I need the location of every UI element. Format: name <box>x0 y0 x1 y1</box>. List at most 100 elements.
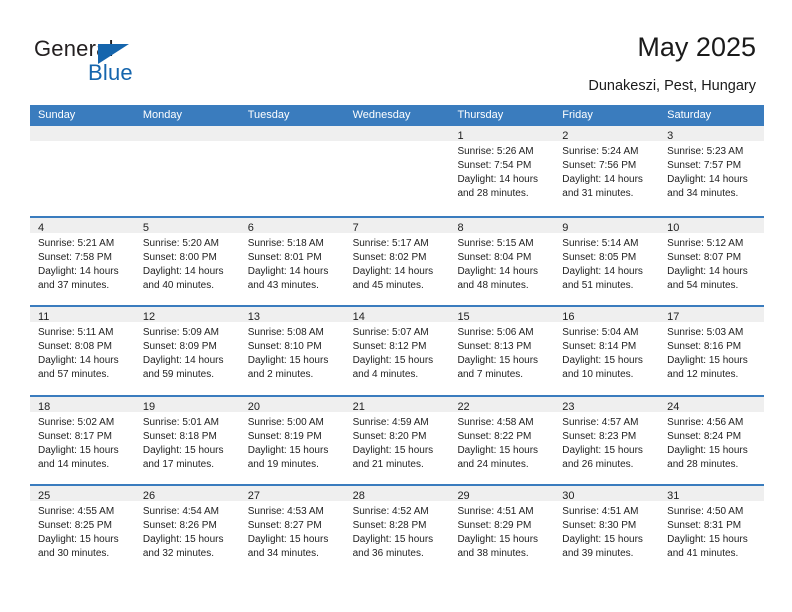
day-daylight1-text: Daylight: 15 hours <box>352 355 434 366</box>
day-sun-info: Sunrise: 5:26 AM Sunset: 7:54 PM Daylight:… <box>449 141 554 201</box>
brand-logo[interactable]: General Blue <box>34 36 214 92</box>
calendar-day-cell[interactable]: 1 Sunrise: 5:26 AM Sunset: 7:54 PM Daylight… <box>449 126 555 216</box>
day-daylight2-text: and 28 minutes. <box>667 458 739 470</box>
day-sunrise-text: Sunrise: 5:07 AM <box>352 327 429 338</box>
calendar-day-cell[interactable]: 8 Sunrise: 5:15 AM Sunset: 8:04 PM Daylight… <box>449 217 555 306</box>
day-sunset-text: Sunset: 8:10 PM <box>247 341 322 352</box>
day-sunrise-text: Sunrise: 4:59 AM <box>352 416 429 428</box>
day-sunrise-text: Sunrise: 5:09 AM <box>142 327 220 338</box>
day-sunrise-text: Sunrise: 5:08 AM <box>247 327 324 338</box>
day-sun-info: Sunrise: 5:06 AM Sunset: 8:13 PM Daylight:… <box>449 322 554 382</box>
calendar-day-cell[interactable]: 27 Sunrise: 4:53 AM Sunset: 8:27 PM Dayligh… <box>239 486 345 574</box>
calendar-day-cell[interactable]: 20 Sunrise: 5:00 AM Sunset: 8:19 PM Dayligh… <box>239 396 345 485</box>
day-number: 31 <box>667 490 680 502</box>
page-subtitle-location: Dunakeszi, Pest, Hungary <box>588 78 756 94</box>
calendar-day-cell[interactable]: 3 Sunrise: 5:23 AM Sunset: 7:57 PM Daylight… <box>659 126 765 216</box>
day-number: 7 <box>352 221 359 234</box>
day-sun-info: Sunrise: 5:00 AM Sunset: 8:19 PM Daylight:… <box>240 412 345 472</box>
day-sunset-text: Sunset: 8:08 PM <box>38 341 112 352</box>
calendar-day-cell[interactable]: 26 Sunrise: 4:54 AM Sunset: 8:26 PM Dayligh… <box>134 486 240 574</box>
day-number: 9 <box>562 221 569 234</box>
day-sun-info: Sunrise: 5:11 AM Sunset: 8:08 PM Daylight:… <box>30 322 135 382</box>
day-daylight2-text: and 28 minutes. <box>457 188 529 199</box>
calendar-day-cell[interactable]: 29 Sunrise: 4:51 AM Sunset: 8:29 PM Dayligh… <box>449 486 555 574</box>
day-number-strip: 16 <box>554 307 660 323</box>
day-sunset-text: Sunset: 8:12 PM <box>352 341 427 352</box>
calendar-week-row: 1 Sunrise: 5:26 AM Sunset: 7:54 PM Daylight… <box>30 126 765 216</box>
day-number-strip <box>30 126 135 141</box>
day-sun-info: Sunrise: 5:20 AM Sunset: 8:00 PM Daylight:… <box>135 233 240 293</box>
calendar-day-cell[interactable]: 17 Sunrise: 5:03 AM Sunset: 8:16 PM Dayligh… <box>659 307 765 395</box>
day-number-strip <box>344 126 450 141</box>
calendar-day-cell[interactable]: 23 Sunrise: 4:57 AM Sunset: 8:23 PM Dayligh… <box>554 396 660 485</box>
calendar-day-cell[interactable]: 15 Sunrise: 5:06 AM Sunset: 8:13 PM Dayligh… <box>449 307 555 395</box>
day-number-strip: 3 <box>659 126 765 142</box>
day-daylight2-text: and 45 minutes. <box>352 279 424 291</box>
calendar-day-cell[interactable]: 19 Sunrise: 5:01 AM Sunset: 8:18 PM Dayligh… <box>134 396 240 485</box>
day-sun-info: Sunrise: 5:01 AM Sunset: 8:18 PM Daylight:… <box>135 412 240 472</box>
day-daylight1-text: Daylight: 14 hours <box>667 265 748 277</box>
day-sunrise-text: Sunrise: 4:56 AM <box>667 416 744 428</box>
day-daylight2-text: and 38 minutes. <box>457 548 529 559</box>
calendar-day-cell[interactable]: 25 Sunrise: 4:55 AM Sunset: 8:25 PM Dayligh… <box>30 486 135 574</box>
calendar-day-cell[interactable]: 18 Sunrise: 5:02 AM Sunset: 8:17 PM Dayligh… <box>30 396 135 485</box>
calendar-day-cell[interactable]: 30 Sunrise: 4:51 AM Sunset: 8:30 PM Dayligh… <box>554 486 660 574</box>
day-daylight1-text: Daylight: 14 hours <box>562 265 643 277</box>
day-daylight2-text: and 32 minutes. <box>142 548 215 559</box>
day-daylight2-text: and 17 minutes. <box>142 458 215 470</box>
calendar-day-cell[interactable]: 11 Sunrise: 5:11 AM Sunset: 8:08 PM Dayligh… <box>30 307 135 395</box>
day-sunset-text: Sunset: 8:19 PM <box>247 430 322 442</box>
calendar-day-cell[interactable]: 4 Sunrise: 5:21 AM Sunset: 7:58 PM Daylight… <box>30 217 135 306</box>
day-daylight1-text: Daylight: 15 hours <box>247 534 329 545</box>
day-sunrise-text: Sunrise: 5:24 AM <box>562 146 639 157</box>
calendar-day-cell[interactable]: 21 Sunrise: 4:59 AM Sunset: 8:20 PM Dayligh… <box>344 396 450 485</box>
day-number-strip: 28 <box>344 486 450 502</box>
day-number-strip: 25 <box>30 486 135 502</box>
day-sunset-text: Sunset: 8:04 PM <box>457 251 532 263</box>
day-number: 25 <box>38 490 51 502</box>
calendar-day-cell[interactable]: 31 Sunrise: 4:50 AM Sunset: 8:31 PM Dayligh… <box>659 486 765 574</box>
calendar-day-cell[interactable]: 28 Sunrise: 4:52 AM Sunset: 8:28 PM Dayligh… <box>344 486 450 574</box>
day-sun-info: Sunrise: 4:52 AM Sunset: 8:28 PM Daylight:… <box>345 501 450 561</box>
day-sunrise-text: Sunrise: 5:14 AM <box>562 237 639 249</box>
calendar-day-cell[interactable]: 24 Sunrise: 4:56 AM Sunset: 8:24 PM Dayligh… <box>659 396 765 485</box>
day-sunrise-text: Sunrise: 4:55 AM <box>38 506 115 517</box>
day-sunset-text: Sunset: 8:26 PM <box>142 520 217 531</box>
day-number-strip: 27 <box>239 486 345 502</box>
calendar-day-cell[interactable]: 9 Sunrise: 5:14 AM Sunset: 8:05 PM Daylight… <box>554 217 660 306</box>
day-daylight2-text: and 41 minutes. <box>667 548 739 559</box>
day-number-strip: 4 <box>30 217 135 234</box>
day-daylight2-text: and 40 minutes. <box>142 279 215 291</box>
calendar-day-cell[interactable]: 22 Sunrise: 4:58 AM Sunset: 8:22 PM Dayligh… <box>449 396 555 485</box>
day-number: 23 <box>562 400 575 413</box>
day-daylight1-text: Daylight: 14 hours <box>352 265 434 277</box>
day-sunset-text: Sunset: 8:31 PM <box>667 520 742 531</box>
calendar-day-cell[interactable]: 12 Sunrise: 5:09 AM Sunset: 8:09 PM Dayligh… <box>134 307 240 395</box>
calendar-day-cell[interactable]: 2 Sunrise: 5:24 AM Sunset: 7:56 PM Daylight… <box>554 126 660 216</box>
day-number: 6 <box>247 221 254 234</box>
calendar-day-cell[interactable]: 14 Sunrise: 5:07 AM Sunset: 8:12 PM Dayligh… <box>344 307 450 395</box>
day-sun-info: Sunrise: 5:18 AM Sunset: 8:01 PM Daylight:… <box>240 233 345 293</box>
calendar-day-cell[interactable]: 7 Sunrise: 5:17 AM Sunset: 8:02 PM Daylight… <box>344 217 450 306</box>
day-sun-info: Sunrise: 5:04 AM Sunset: 8:14 PM Daylight:… <box>554 322 659 382</box>
day-daylight1-text: Daylight: 15 hours <box>38 534 119 545</box>
calendar-day-cell[interactable]: 13 Sunrise: 5:08 AM Sunset: 8:10 PM Dayligh… <box>239 307 345 395</box>
day-sunset-text: Sunset: 8:22 PM <box>457 430 532 442</box>
day-sunrise-text: Sunrise: 4:51 AM <box>562 506 639 517</box>
day-sunrise-text: Sunrise: 5:01 AM <box>142 416 220 428</box>
day-number-strip: 18 <box>30 396 135 413</box>
day-sunrise-text: Sunrise: 5:02 AM <box>38 416 115 428</box>
day-sunrise-text: Sunrise: 4:50 AM <box>667 506 744 517</box>
day-sunset-text: Sunset: 8:09 PM <box>142 341 217 352</box>
calendar-day-cell[interactable]: 6 Sunrise: 5:18 AM Sunset: 8:01 PM Daylight… <box>239 217 345 306</box>
day-sunset-text: Sunset: 8:05 PM <box>562 251 637 263</box>
calendar-day-cell[interactable]: 16 Sunrise: 5:04 AM Sunset: 8:14 PM Dayligh… <box>554 307 660 395</box>
day-number: 12 <box>142 311 156 323</box>
weekday-header-thursday: Thursday <box>457 109 504 121</box>
day-number: 14 <box>352 311 365 323</box>
day-sunset-text: Sunset: 8:01 PM <box>247 251 322 263</box>
weekday-header-row: Sunday Monday Tuesday Wednesday Thursday… <box>30 105 764 126</box>
calendar-day-cell[interactable]: 10 Sunrise: 5:12 AM Sunset: 8:07 PM Dayligh… <box>659 217 765 306</box>
day-sunset-text: Sunset: 8:23 PM <box>562 430 637 442</box>
calendar-day-cell[interactable]: 5 Sunrise: 5:20 AM Sunset: 8:00 PM Daylight… <box>134 217 240 306</box>
